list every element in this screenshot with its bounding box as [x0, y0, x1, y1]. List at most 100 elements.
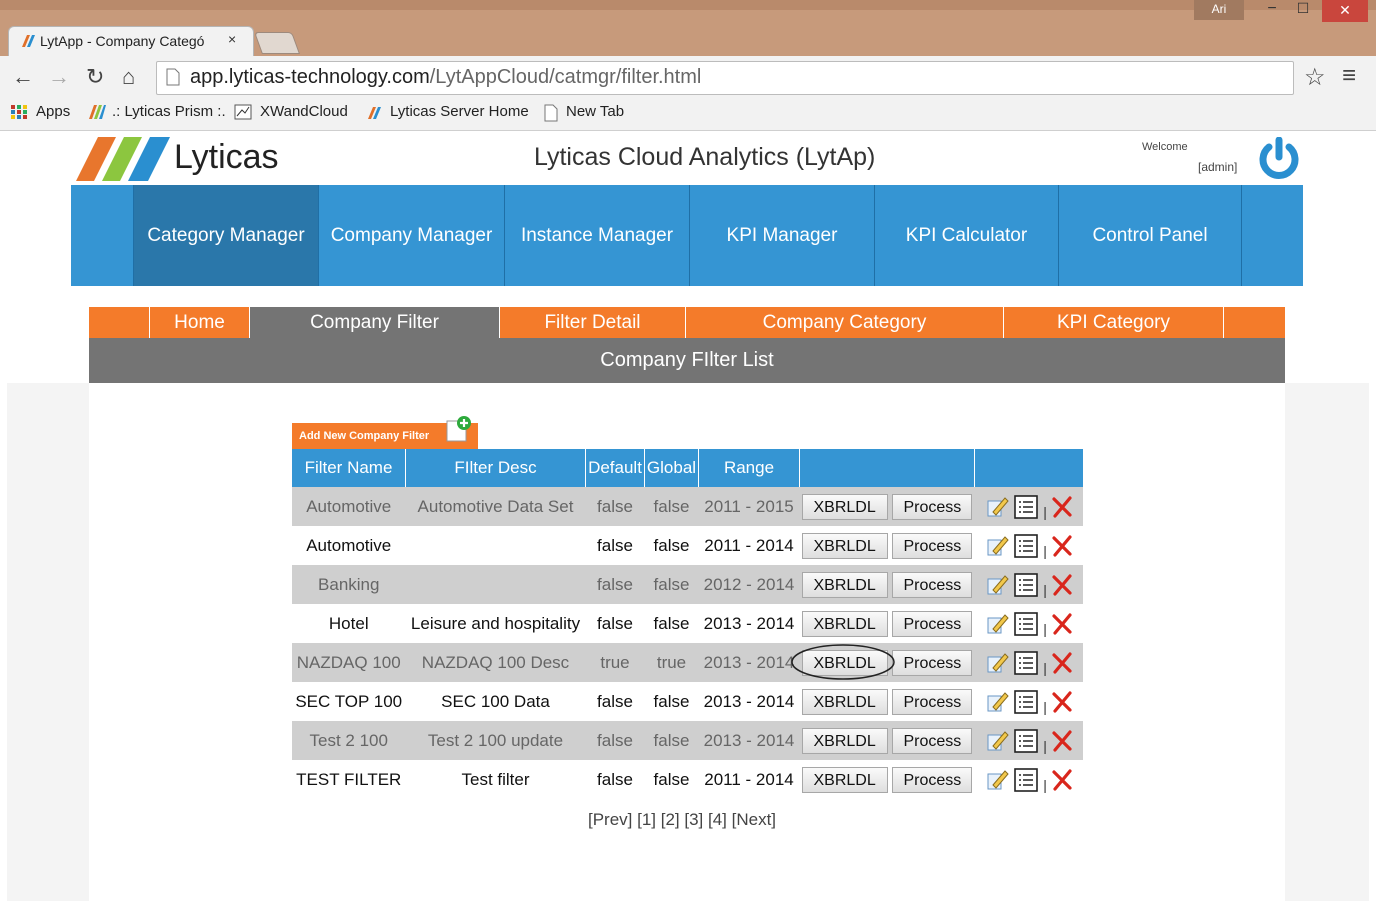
subnav-filter-detail[interactable]: Filter Detail: [499, 307, 685, 338]
new-tab-page-icon: [544, 104, 558, 122]
nav-control-panel[interactable]: Control Panel: [1058, 185, 1242, 286]
xwand-icon: [234, 104, 252, 120]
nav-category-manager[interactable]: Category Manager: [133, 185, 318, 286]
nav-instance-manager[interactable]: Instance Manager: [504, 185, 689, 286]
delete-icon[interactable]: [1051, 768, 1073, 791]
list-detail-icon[interactable]: [1013, 728, 1039, 754]
edit-icon[interactable]: [985, 495, 1009, 519]
tools-cell: |: [974, 721, 1083, 760]
edit-icon[interactable]: [985, 534, 1009, 558]
bookmark-apps[interactable]: Apps: [36, 103, 70, 120]
list-detail-icon[interactable]: [1013, 767, 1039, 793]
window-user-badge[interactable]: Ari: [1194, 0, 1244, 20]
page-icon: [166, 68, 180, 86]
filter-name-cell: Hotel: [328, 613, 369, 633]
pagination[interactable]: [Prev] [1] [2] [3] [4] [Next]: [588, 810, 776, 830]
bookmark-xwandcloud[interactable]: XWandCloud: [260, 103, 348, 120]
back-icon[interactable]: ←: [12, 64, 34, 90]
list-detail-icon[interactable]: [1013, 572, 1039, 598]
process-button[interactable]: Process: [892, 493, 973, 520]
filter-desc-cell: [406, 526, 586, 565]
bookmark-new-tab[interactable]: New Tab: [566, 103, 624, 120]
separator: |: [1043, 659, 1047, 676]
nav-kpi-manager[interactable]: KPI Manager: [689, 185, 874, 286]
subnav-company-category[interactable]: Company Category: [685, 307, 1003, 338]
range-cell: 2013 - 2014: [698, 643, 800, 682]
filter-desc-cell: SEC 100 Data: [441, 691, 550, 711]
window-close-icon[interactable]: ✕: [1322, 0, 1368, 22]
filter-name-cell: Automotive: [292, 487, 406, 526]
header-filter-name[interactable]: Filter Name: [292, 449, 406, 487]
delete-icon[interactable]: [1051, 651, 1073, 674]
bookmark-star-icon[interactable]: ☆: [1304, 63, 1326, 92]
range-cell: 2013 - 2014: [703, 691, 795, 711]
apps-icon[interactable]: [10, 104, 28, 120]
bookmark-lyticas-prism[interactable]: .: Lyticas Prism :.: [112, 103, 226, 120]
new-tab-button[interactable]: [253, 32, 301, 54]
delete-icon[interactable]: [1051, 729, 1073, 752]
actions-cell: XBRLDL Process: [800, 526, 975, 565]
add-document-icon[interactable]: [444, 415, 478, 443]
list-title: Company FIlter List: [89, 338, 1285, 383]
edit-icon[interactable]: [985, 651, 1009, 675]
maximize-icon[interactable]: ☐: [1288, 0, 1318, 20]
forward-icon[interactable]: →: [48, 64, 70, 90]
nav-company-manager[interactable]: Company Manager: [318, 185, 504, 286]
list-detail-icon[interactable]: [1013, 689, 1039, 715]
tab-favicon-icon: [22, 35, 35, 47]
xbrldl-button[interactable]: XBRLDL: [801, 571, 888, 598]
table-row: Banking false false 2012 - 2014 XBRLDL Proce…: [292, 565, 1083, 604]
reload-icon[interactable]: ↻: [86, 64, 104, 90]
edit-icon[interactable]: [985, 729, 1009, 753]
list-detail-icon[interactable]: [1013, 494, 1039, 520]
home-icon[interactable]: ⌂: [122, 64, 135, 90]
process-button[interactable]: Process: [892, 766, 973, 793]
list-detail-icon[interactable]: [1013, 533, 1039, 559]
bookmark-lyticas-server-home[interactable]: Lyticas Server Home: [390, 103, 529, 120]
menu-icon[interactable]: ≡: [1342, 62, 1356, 90]
edit-icon[interactable]: [985, 690, 1009, 714]
xbrldl-button[interactable]: XBRLDL: [801, 610, 888, 637]
separator: |: [1043, 776, 1047, 793]
process-button[interactable]: Process: [892, 610, 973, 637]
actions-cell: XBRLDL Process: [799, 721, 975, 760]
delete-icon[interactable]: [1051, 534, 1073, 557]
global-cell: false: [653, 691, 690, 711]
xbrldl-button[interactable]: XBRLDL: [801, 688, 888, 715]
header-filter-desc[interactable]: FIlter Desc: [405, 449, 586, 487]
minimize-icon[interactable]: −: [1258, 0, 1286, 20]
delete-icon[interactable]: [1051, 690, 1073, 713]
xbrldl-button[interactable]: XBRLDL: [801, 493, 888, 520]
table-row: Test 2 100 Test 2 100 update false false 201…: [292, 721, 1083, 760]
header-edit-tools: [974, 449, 1083, 487]
process-button[interactable]: Process: [892, 532, 973, 559]
nav-kpi-calculator[interactable]: KPI Calculator: [874, 185, 1058, 286]
tools-cell: |: [975, 526, 1084, 565]
process-button[interactable]: Process: [892, 688, 973, 715]
process-button[interactable]: Process: [892, 727, 973, 754]
header-global[interactable]: Global: [644, 449, 699, 487]
subnav-kpi-category[interactable]: KPI Category: [1003, 307, 1224, 338]
xbrldl-button[interactable]: XBRLDL: [801, 766, 888, 793]
process-button[interactable]: Process: [892, 571, 973, 598]
delete-icon[interactable]: [1051, 612, 1073, 635]
tab-close-icon[interactable]: ×: [228, 31, 236, 47]
subnav-home[interactable]: Home: [149, 307, 249, 338]
table-row: TEST FILTER Test filter false false 2011 - 2…: [292, 760, 1083, 799]
edit-icon[interactable]: [985, 573, 1009, 597]
header-range[interactable]: Range: [698, 449, 800, 487]
actions-cell: XBRLDL Process: [800, 760, 975, 799]
subnav-company-filter[interactable]: Company Filter: [249, 307, 499, 338]
list-detail-icon[interactable]: [1013, 650, 1039, 676]
global-cell: false: [644, 565, 699, 604]
process-button[interactable]: Process: [892, 649, 973, 676]
xbrldl-button[interactable]: XBRLDL: [801, 727, 888, 754]
delete-icon[interactable]: [1051, 573, 1073, 596]
power-logout-icon[interactable]: [1256, 137, 1302, 179]
edit-icon[interactable]: [985, 612, 1009, 636]
delete-icon[interactable]: [1051, 495, 1073, 518]
list-detail-icon[interactable]: [1013, 611, 1039, 637]
edit-icon[interactable]: [985, 768, 1009, 792]
xbrldl-button[interactable]: XBRLDL: [801, 532, 888, 559]
header-default[interactable]: Default: [585, 449, 645, 487]
